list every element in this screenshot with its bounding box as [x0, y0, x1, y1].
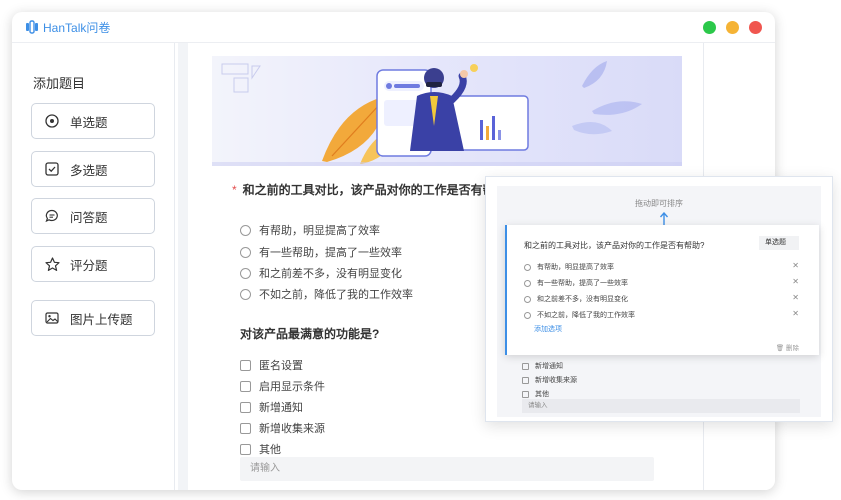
card-option[interactable]: 和之前差不多，没有明显变化 — [524, 294, 628, 304]
checkbox[interactable] — [240, 359, 251, 371]
option-label: 其他 — [259, 444, 281, 456]
q1-option[interactable]: 有一些帮助，提高了一些效率 — [240, 244, 402, 260]
preview-canvas: 拖动即可排序 和之前的工具对比，该产品对你的工作是否有帮助? 单选题 有帮助，明… — [497, 186, 821, 417]
image-icon — [44, 310, 60, 326]
option-label: 不如之前，降低了我的工作效率 — [537, 312, 635, 319]
q2-option[interactable]: 新增通知 — [240, 399, 303, 415]
radio-button[interactable] — [240, 246, 251, 258]
option-label: 有一些帮助，提高了一些效率 — [537, 280, 628, 287]
checkbox — [522, 376, 529, 384]
question-1-title: * 和之前的工具对比，该产品对你的工作是否有帮助? — [232, 181, 514, 198]
checkbox[interactable] — [240, 401, 251, 413]
survey-banner-illustration — [212, 56, 682, 166]
option-label: 新增通知 — [259, 402, 303, 414]
radio-button[interactable] — [240, 267, 251, 279]
add-qa-button[interactable]: 问答题 — [31, 198, 155, 234]
left-gutter — [178, 43, 188, 490]
option-label: 新增通知 — [535, 363, 563, 370]
drag-tip: 拖动即可排序 — [635, 199, 683, 208]
add-option-link[interactable]: 添加选项 — [534, 324, 562, 334]
sidebar-item-label: 多选题 — [70, 163, 108, 178]
preview-checkbox-option[interactable]: 新增收集来源 — [522, 375, 577, 385]
card-question-text: 和之前的工具对比，该产品对你的工作是否有帮助? — [524, 241, 705, 250]
q2-option[interactable]: 其他 — [240, 441, 281, 457]
preview-checkbox-option[interactable]: 其他 — [522, 389, 549, 399]
checkbox — [522, 362, 529, 370]
radio-button[interactable] — [240, 224, 251, 236]
chat-bubble-icon — [44, 208, 60, 224]
checkbox — [522, 390, 529, 398]
star-icon — [44, 256, 60, 272]
radio-button[interactable] — [240, 288, 251, 300]
radio-circle-icon — [44, 113, 60, 129]
delete-question-button[interactable]: 🗑 删除 — [776, 342, 799, 352]
q2-option[interactable]: 新增收集来源 — [240, 420, 325, 436]
radio-button — [524, 279, 531, 287]
question-1-text: 和之前的工具对比，该产品对你的工作是否有帮助? — [242, 183, 515, 197]
add-rating-button[interactable]: 评分题 — [31, 246, 155, 282]
hantalk-logo-icon — [26, 20, 38, 34]
option-label: 新增收集来源 — [259, 423, 325, 435]
sidebar-title: 添加题目 — [33, 76, 86, 91]
q1-option[interactable]: 和之前差不多，没有明显变化 — [240, 265, 402, 281]
option-label: 有帮助，明显提高了效率 — [259, 225, 380, 237]
other-text-input[interactable]: 请输入 — [240, 457, 654, 481]
checkbox[interactable] — [240, 380, 251, 392]
drag-sort-preview: 拖动即可排序 和之前的工具对比，该产品对你的工作是否有帮助? 单选题 有帮助，明… — [485, 176, 833, 422]
q2-option[interactable]: 匿名设置 — [240, 357, 303, 373]
q1-option[interactable]: 不如之前，降低了我的工作效率 — [240, 286, 413, 302]
option-label: 不如之前，降低了我的工作效率 — [259, 289, 413, 301]
preview-text-input[interactable]: 请输入 — [522, 399, 800, 413]
app-logo: HanTalk问卷 — [25, 19, 110, 36]
preview-checkbox-option[interactable]: 新增通知 — [522, 361, 563, 371]
remove-option-icon[interactable]: ✕ — [792, 277, 799, 286]
checkbox[interactable] — [240, 443, 251, 455]
sidebar: 添加题目 单选题 多选题 问答题 评分题 图片上传题 — [12, 43, 175, 490]
close-button[interactable] — [749, 21, 762, 34]
radio-button — [524, 311, 531, 319]
question-type-select[interactable]: 单选题 — [759, 236, 799, 250]
minimize-button[interactable] — [726, 21, 739, 34]
radio-button — [524, 263, 531, 271]
required-mark: * — [232, 183, 237, 197]
remove-option-icon[interactable]: ✕ — [792, 293, 799, 302]
app-name: HanTalk问卷 — [43, 20, 111, 35]
remove-option-icon[interactable]: ✕ — [792, 261, 799, 270]
option-label: 新增收集来源 — [535, 377, 577, 384]
maximize-button[interactable] — [703, 21, 716, 34]
add-single-choice-button[interactable]: 单选题 — [31, 103, 155, 139]
card-option[interactable]: 不如之前，降低了我的工作效率 — [524, 310, 635, 320]
card-option[interactable]: 有帮助，明显提高了效率 — [524, 262, 614, 272]
question-2-title: 对该产品最满意的功能是? — [240, 327, 380, 341]
option-label: 其他 — [535, 391, 549, 398]
delete-label: 删除 — [786, 345, 799, 352]
radio-button — [524, 295, 531, 303]
option-label: 和之前差不多，没有明显变化 — [259, 268, 402, 280]
option-label: 有帮助，明显提高了效率 — [537, 264, 614, 271]
checkbox[interactable] — [240, 422, 251, 434]
window-controls — [703, 21, 762, 34]
sidebar-item-label: 图片上传题 — [70, 312, 133, 327]
option-label: 和之前差不多，没有明显变化 — [537, 296, 628, 303]
q2-option[interactable]: 启用显示条件 — [240, 378, 325, 394]
add-multiple-choice-button[interactable]: 多选题 — [31, 151, 155, 187]
sidebar-item-label: 单选题 — [70, 115, 108, 130]
option-label: 匿名设置 — [259, 360, 303, 372]
checkbox-icon — [44, 161, 60, 177]
type-label: 单选题 — [765, 239, 786, 246]
remove-option-icon[interactable]: ✕ — [792, 309, 799, 318]
option-label: 启用显示条件 — [259, 381, 325, 393]
trash-icon: 🗑 — [775, 345, 785, 352]
sidebar-item-label: 评分题 — [70, 258, 108, 273]
option-label: 有一些帮助，提高了一些效率 — [259, 247, 402, 259]
dragged-question-card[interactable]: 和之前的工具对比，该产品对你的工作是否有帮助? 单选题 有帮助，明显提高了效率 … — [505, 225, 819, 355]
add-image-upload-button[interactable]: 图片上传题 — [31, 300, 155, 336]
q1-option[interactable]: 有帮助，明显提高了效率 — [240, 222, 380, 238]
card-option[interactable]: 有一些帮助，提高了一些效率 — [524, 278, 628, 288]
sidebar-item-label: 问答题 — [70, 210, 108, 225]
title-bar: HanTalk问卷 — [12, 12, 775, 43]
